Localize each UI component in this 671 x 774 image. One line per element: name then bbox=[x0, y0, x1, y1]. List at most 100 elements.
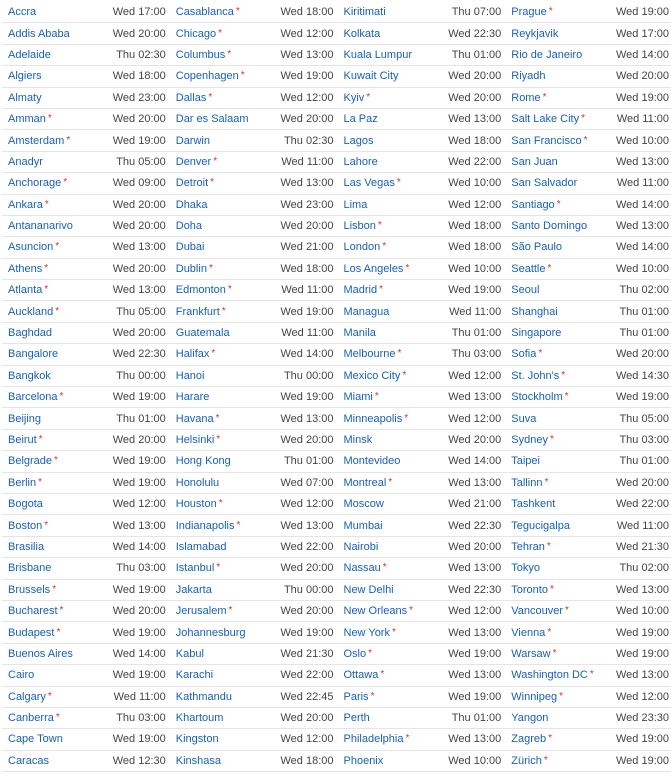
city-link[interactable]: St. John's* bbox=[511, 370, 612, 382]
city-link[interactable]: Taipei bbox=[511, 455, 615, 467]
city-link[interactable]: Brussels* bbox=[8, 584, 109, 596]
city-link[interactable]: Kuwait City bbox=[344, 70, 445, 82]
city-link[interactable]: Buenos Aires bbox=[8, 648, 109, 660]
city-link[interactable]: Helsinki* bbox=[176, 434, 277, 446]
city-link[interactable]: Philadelphia* bbox=[344, 733, 445, 745]
city-link[interactable]: Auckland* bbox=[8, 306, 112, 318]
city-link[interactable]: Dar es Salaam bbox=[176, 113, 277, 125]
city-link[interactable]: Paris* bbox=[344, 691, 445, 703]
city-link[interactable]: Khartoum bbox=[176, 712, 277, 724]
city-link[interactable]: Doha bbox=[176, 220, 277, 232]
city-link[interactable]: Brisbane bbox=[8, 562, 112, 574]
city-link[interactable]: Denver* bbox=[176, 156, 278, 168]
city-link[interactable]: Ankara* bbox=[8, 199, 109, 211]
city-link[interactable]: Dublin* bbox=[176, 263, 277, 275]
city-link[interactable]: Vienna* bbox=[511, 627, 612, 639]
city-link[interactable]: Almaty bbox=[8, 92, 109, 104]
city-link[interactable]: Montevideo bbox=[344, 455, 445, 467]
city-link[interactable]: Oslo* bbox=[344, 648, 445, 660]
city-link[interactable]: Managua bbox=[344, 306, 446, 318]
city-link[interactable]: Dubai bbox=[176, 241, 277, 253]
city-link[interactable]: Atlanta* bbox=[8, 284, 109, 296]
city-link[interactable]: Toronto* bbox=[511, 584, 612, 596]
city-link[interactable]: Warsaw* bbox=[511, 648, 612, 660]
city-link[interactable]: La Paz bbox=[344, 113, 445, 125]
city-link[interactable]: Manila bbox=[344, 327, 448, 339]
city-link[interactable]: Kathmandu bbox=[176, 691, 277, 703]
city-link[interactable]: Tashkent bbox=[511, 498, 612, 510]
city-link[interactable]: Kingston bbox=[176, 733, 277, 745]
city-link[interactable]: Singapore bbox=[511, 327, 615, 339]
city-link[interactable]: Sydney* bbox=[511, 434, 615, 446]
city-link[interactable]: Rio de Janeiro bbox=[511, 49, 612, 61]
city-link[interactable]: Lima bbox=[344, 199, 445, 211]
city-link[interactable]: Belgrade* bbox=[8, 455, 109, 467]
city-link[interactable]: Addis Ababa bbox=[8, 28, 109, 40]
city-link[interactable]: Salt Lake City* bbox=[511, 113, 613, 125]
city-link[interactable]: Perth bbox=[344, 712, 448, 724]
city-link[interactable]: Dallas* bbox=[176, 92, 277, 104]
city-link[interactable]: Zagreb* bbox=[511, 733, 612, 745]
city-link[interactable]: Jakarta bbox=[176, 584, 280, 596]
city-link[interactable]: Las Vegas* bbox=[344, 177, 445, 189]
city-link[interactable]: Ottawa* bbox=[344, 669, 445, 681]
city-link[interactable]: Hong Kong bbox=[176, 455, 280, 467]
city-link[interactable]: Asuncion* bbox=[8, 241, 109, 253]
city-link[interactable]: Bucharest* bbox=[8, 605, 109, 617]
city-link[interactable]: Kinshasa bbox=[176, 755, 277, 767]
city-link[interactable]: Frankfurt* bbox=[176, 306, 277, 318]
city-link[interactable]: Karachi bbox=[176, 669, 277, 681]
city-link[interactable]: Copenhagen* bbox=[176, 70, 277, 82]
city-link[interactable]: Montreal* bbox=[344, 477, 445, 489]
city-link[interactable]: Indianapolis* bbox=[176, 520, 277, 532]
city-link[interactable]: Vancouver* bbox=[511, 605, 612, 617]
city-link[interactable]: Anchorage* bbox=[8, 177, 109, 189]
city-link[interactable]: Shanghai bbox=[511, 306, 615, 318]
city-link[interactable]: New Orleans* bbox=[344, 605, 445, 617]
city-link[interactable]: Zürich* bbox=[511, 755, 612, 767]
city-link[interactable]: Seoul bbox=[511, 284, 615, 296]
city-link[interactable]: Berlin* bbox=[8, 477, 109, 489]
city-link[interactable]: Istanbul* bbox=[176, 562, 277, 574]
city-link[interactable]: Lisbon* bbox=[344, 220, 445, 232]
city-link[interactable]: Edmonton* bbox=[176, 284, 278, 296]
city-link[interactable]: Miami* bbox=[344, 391, 445, 403]
city-link[interactable]: Anadyr bbox=[8, 156, 112, 168]
city-link[interactable]: Sofia* bbox=[511, 348, 612, 360]
city-link[interactable]: Athens* bbox=[8, 263, 109, 275]
city-link[interactable]: Antananarivo bbox=[8, 220, 109, 232]
city-link[interactable]: Madrid* bbox=[344, 284, 445, 296]
city-link[interactable]: Seattle* bbox=[511, 263, 612, 275]
city-link[interactable]: Hanoi bbox=[176, 370, 280, 382]
city-link[interactable]: Caracas bbox=[8, 755, 109, 767]
city-link[interactable]: Baghdad bbox=[8, 327, 109, 339]
city-link[interactable]: Tehran* bbox=[511, 541, 612, 553]
city-link[interactable]: Kolkata bbox=[344, 28, 445, 40]
city-link[interactable]: Columbus* bbox=[176, 49, 277, 61]
city-link[interactable]: Prague* bbox=[511, 6, 612, 18]
city-link[interactable]: Santiago* bbox=[511, 199, 612, 211]
city-link[interactable]: Houston* bbox=[176, 498, 277, 510]
city-link[interactable]: Kyiv* bbox=[344, 92, 445, 104]
city-link[interactable]: Cairo bbox=[8, 669, 109, 681]
city-link[interactable]: Nassau* bbox=[344, 562, 445, 574]
city-link[interactable]: Boston* bbox=[8, 520, 109, 532]
city-link[interactable]: Canberra* bbox=[8, 712, 112, 724]
city-link[interactable]: Amsterdam* bbox=[8, 135, 109, 147]
city-link[interactable]: Lahore bbox=[344, 156, 445, 168]
city-link[interactable]: Yangon bbox=[511, 712, 612, 724]
city-link[interactable]: Moscow bbox=[344, 498, 445, 510]
city-link[interactable]: Adelaide bbox=[8, 49, 112, 61]
city-link[interactable]: Riyadh bbox=[511, 70, 612, 82]
city-link[interactable]: San Francisco* bbox=[511, 135, 612, 147]
city-link[interactable]: Havana* bbox=[176, 413, 277, 425]
city-link[interactable]: Honolulu bbox=[176, 477, 277, 489]
city-link[interactable]: Detroit* bbox=[176, 177, 277, 189]
city-link[interactable]: Barcelona* bbox=[8, 391, 109, 403]
city-link[interactable]: Mexico City* bbox=[344, 370, 445, 382]
city-link[interactable]: Minneapolis* bbox=[344, 413, 445, 425]
city-link[interactable]: Beijing bbox=[8, 413, 112, 425]
city-link[interactable]: Suva bbox=[511, 413, 615, 425]
city-link[interactable]: Tallinn* bbox=[511, 477, 612, 489]
city-link[interactable]: Harare bbox=[176, 391, 277, 403]
